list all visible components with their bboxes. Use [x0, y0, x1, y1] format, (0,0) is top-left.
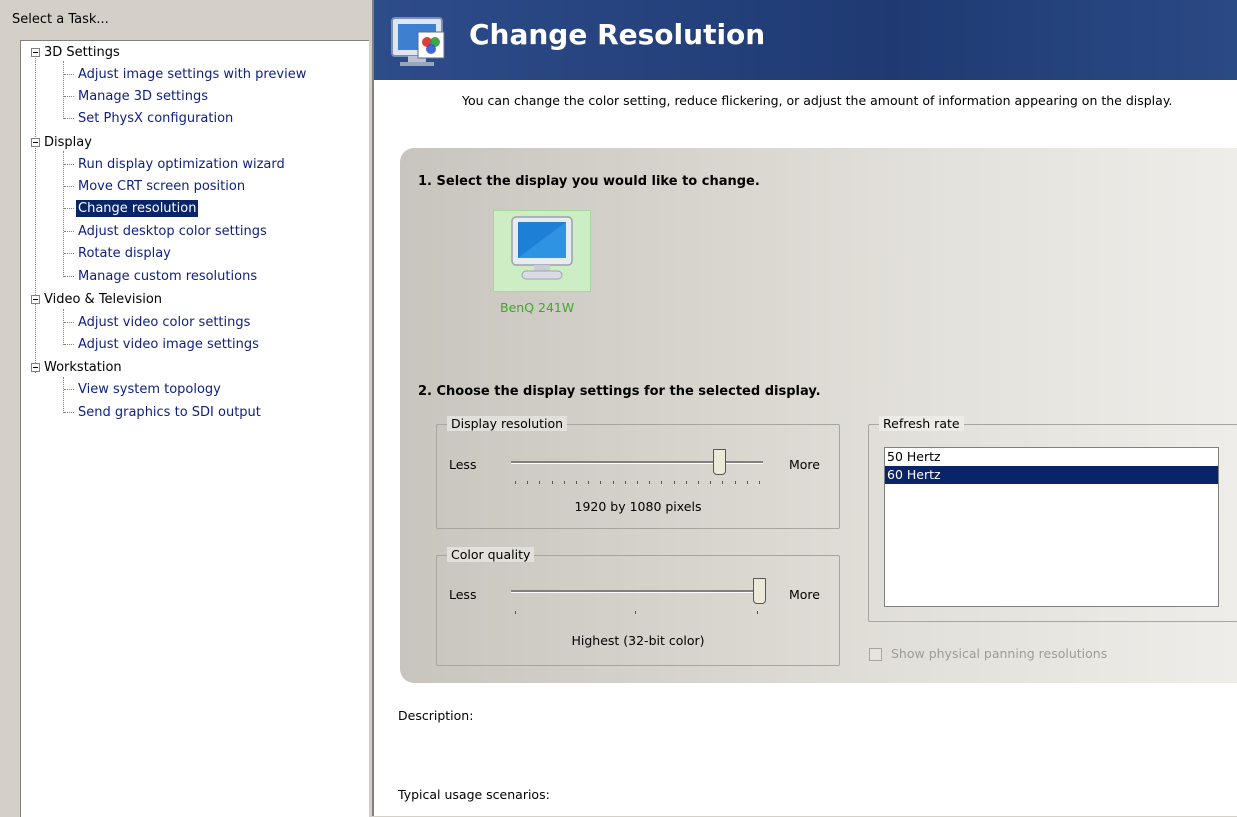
tree-group-label: Display [44, 135, 92, 150]
resolution-less-label: Less [449, 457, 477, 472]
tree-item-change-resolution[interactable]: Change resolution [76, 200, 199, 217]
resolution-tick [710, 481, 712, 484]
tree-item-rotate-display[interactable]: Rotate display [76, 245, 173, 262]
color-slider-thumb[interactable] [753, 578, 766, 604]
display-tile[interactable] [493, 210, 591, 292]
resolution-tick [734, 481, 736, 484]
collapse-icon[interactable] [31, 363, 40, 372]
monitor-icon [511, 216, 573, 280]
tree-item-move-crt[interactable]: Move CRT screen position [76, 178, 247, 195]
resolution-tick [624, 481, 626, 484]
resolution-tick [759, 481, 760, 484]
refresh-rate-legend: Refresh rate [879, 416, 964, 431]
task-pane-header: Select a Task... [12, 12, 109, 27]
resolution-tick [551, 481, 553, 484]
refresh-option-60[interactable]: 60 Hertz [885, 466, 1218, 484]
display-resolution-legend: Display resolution [447, 416, 568, 431]
step1-heading: 1. Select the display you would like to … [418, 174, 760, 189]
intro-text: You can change the color setting, reduce… [462, 93, 1173, 108]
color-slider-track[interactable] [511, 590, 763, 593]
tree-item-adjust-image-settings[interactable]: Adjust image settings with preview [76, 66, 308, 83]
display-resolution-group: Display resolution Less More 1920 by 108… [436, 416, 840, 529]
panning-resolutions-label: Show physical panning resolutions [891, 646, 1108, 661]
tree-group-workstation[interactable]: Workstation [31, 360, 122, 375]
color-more-label: More [789, 587, 820, 602]
collapse-icon[interactable] [31, 48, 40, 57]
resolution-tick [539, 481, 541, 484]
tree-item-manage-custom-resolutions[interactable]: Manage custom resolutions [76, 268, 259, 285]
tree-group-label: 3D Settings [44, 45, 120, 60]
collapse-icon[interactable] [31, 295, 40, 304]
resolution-tick [649, 481, 651, 484]
color-quality-group: Color quality Less More Highest (32-bit … [436, 547, 840, 666]
resolution-tick [576, 481, 577, 484]
tree-item-set-physx[interactable]: Set PhysX configuration [76, 110, 235, 127]
refresh-option-50[interactable]: 50 Hertz [885, 448, 1218, 466]
tree-item-manage-3d-settings[interactable]: Manage 3D settings [76, 88, 210, 105]
tree-item-adjust-video-image[interactable]: Adjust video image settings [76, 336, 261, 353]
tree-item-send-graphics-sdi[interactable]: Send graphics to SDI output [76, 404, 263, 421]
panning-resolutions-checkbox[interactable] [869, 648, 882, 661]
tree-group-display[interactable]: Display [31, 135, 92, 150]
tree-group-label: Workstation [44, 360, 122, 375]
display-name-label: BenQ 241W [500, 300, 575, 315]
resolution-tick [685, 481, 687, 484]
resolution-value: 1920 by 1080 pixels [574, 499, 702, 514]
tree-group-label: Video & Television [44, 292, 163, 307]
usage-scenarios-label: Typical usage scenarios: [398, 787, 550, 802]
color-value: Highest (32-bit color) [571, 633, 705, 648]
refresh-rate-list[interactable]: 50 Hertz 60 Hertz [884, 447, 1219, 607]
resolution-tick [515, 481, 516, 484]
resolution-tick [661, 481, 663, 484]
description-label: Description: [398, 708, 474, 723]
resolution-tick [746, 481, 748, 484]
page-banner: Change Resolution [374, 0, 1237, 80]
color-less-label: Less [449, 587, 477, 602]
display-settings-icon [391, 17, 445, 66]
tree-group-3d-settings[interactable]: 3D Settings [31, 45, 120, 60]
task-tree[interactable]: 3D Settings Adjust image settings with p… [20, 40, 369, 817]
resolution-tick [563, 481, 565, 484]
collapse-icon[interactable] [31, 138, 40, 147]
tree-item-view-system-topology[interactable]: View system topology [76, 381, 223, 398]
resolution-tick [527, 481, 529, 484]
resolution-tick [722, 481, 724, 484]
resolution-tick [600, 481, 602, 484]
tree-item-adjust-video-color[interactable]: Adjust video color settings [76, 314, 252, 331]
resolution-tick [637, 481, 638, 484]
resolution-tick [673, 481, 675, 484]
tree-item-adjust-desktop-color[interactable]: Adjust desktop color settings [76, 223, 269, 240]
tree-item-run-display-wizard[interactable]: Run display optimization wizard [76, 156, 287, 173]
resolution-tick [612, 481, 614, 484]
resolution-more-label: More [789, 457, 820, 472]
color-quality-legend: Color quality [447, 547, 535, 562]
page-title: Change Resolution [469, 18, 766, 51]
resolution-slider-thumb[interactable] [712, 449, 726, 475]
resolution-tick [588, 481, 590, 484]
tree-group-video-television[interactable]: Video & Television [31, 292, 162, 307]
task-pane: Select a Task... 3D Settings Adjust imag… [0, 0, 372, 817]
step2-heading: 2. Choose the display settings for the s… [418, 384, 821, 399]
resolution-tick [698, 481, 699, 484]
